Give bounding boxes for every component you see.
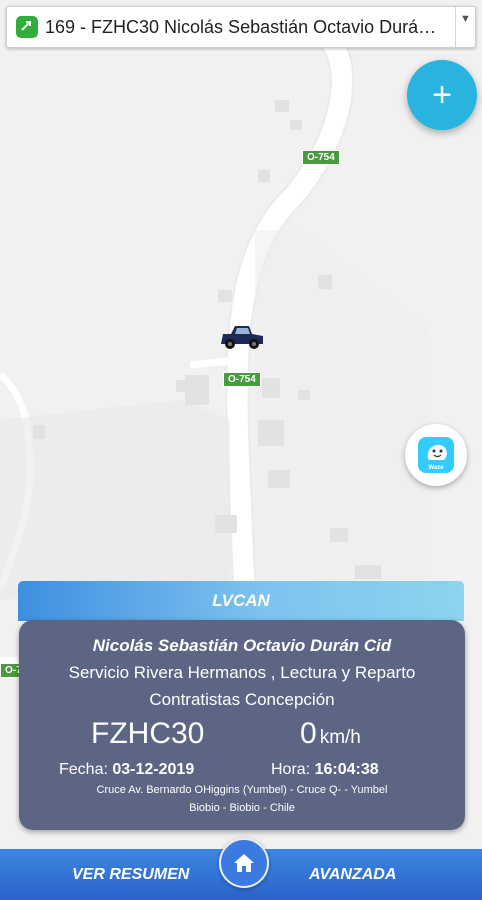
vehicle-selector-dropdown[interactable]: 169 - FZHC30 Nicolás Sebastián Octavio D… [6,6,476,48]
chevron-down-icon[interactable]: ▼ [455,7,475,47]
date-display: Fecha: 03-12-2019 [59,761,194,779]
ver-resumen-button[interactable]: VER RESUMEN [72,849,189,900]
waze-icon: Waze [418,437,454,473]
speed-display: 0 km/h [300,717,361,751]
waze-label: Waze [428,465,444,471]
vehicle-selector-value: 169 - FZHC30 Nicolás Sebastián Octavio D… [45,16,441,37]
vehicle-plate: FZHC30 [91,717,205,750]
vehicle-info-card: Nicolás Sebastián Octavio Durán Cid Serv… [19,620,465,830]
time-label: Hora: [271,761,311,778]
address-line-2: Biobio - Biobio - Chile [189,802,295,814]
speed-unit: km/h [319,727,361,748]
vehicle-status-icon [16,16,38,38]
date-label: Fecha: [59,761,108,778]
home-button[interactable] [219,838,269,888]
add-button[interactable]: + [407,60,477,130]
speed-value: 0 [300,717,317,750]
avanzada-button[interactable]: AVANZADA [309,849,396,900]
road-label: O-754 [302,150,340,165]
date-value: 03-12-2019 [112,761,195,778]
waze-button[interactable]: Waze [405,424,467,486]
road-label: O-754 [223,372,261,387]
time-display: Hora: 16:04:38 [271,761,379,779]
address-line-1: Cruce Av. Bernardo OHiggins (Yumbel) - C… [96,784,388,796]
card-header: LVCAN [18,581,464,621]
company-line-1: Servicio Rivera Hermanos , Lectura y Rep… [68,663,416,682]
time-value: 16:04:38 [314,761,379,778]
driver-name: Nicolás Sebastián Octavio Durán Cid [92,636,392,655]
home-icon [234,854,254,872]
company-line-2: Contratistas Concepción [149,690,335,709]
